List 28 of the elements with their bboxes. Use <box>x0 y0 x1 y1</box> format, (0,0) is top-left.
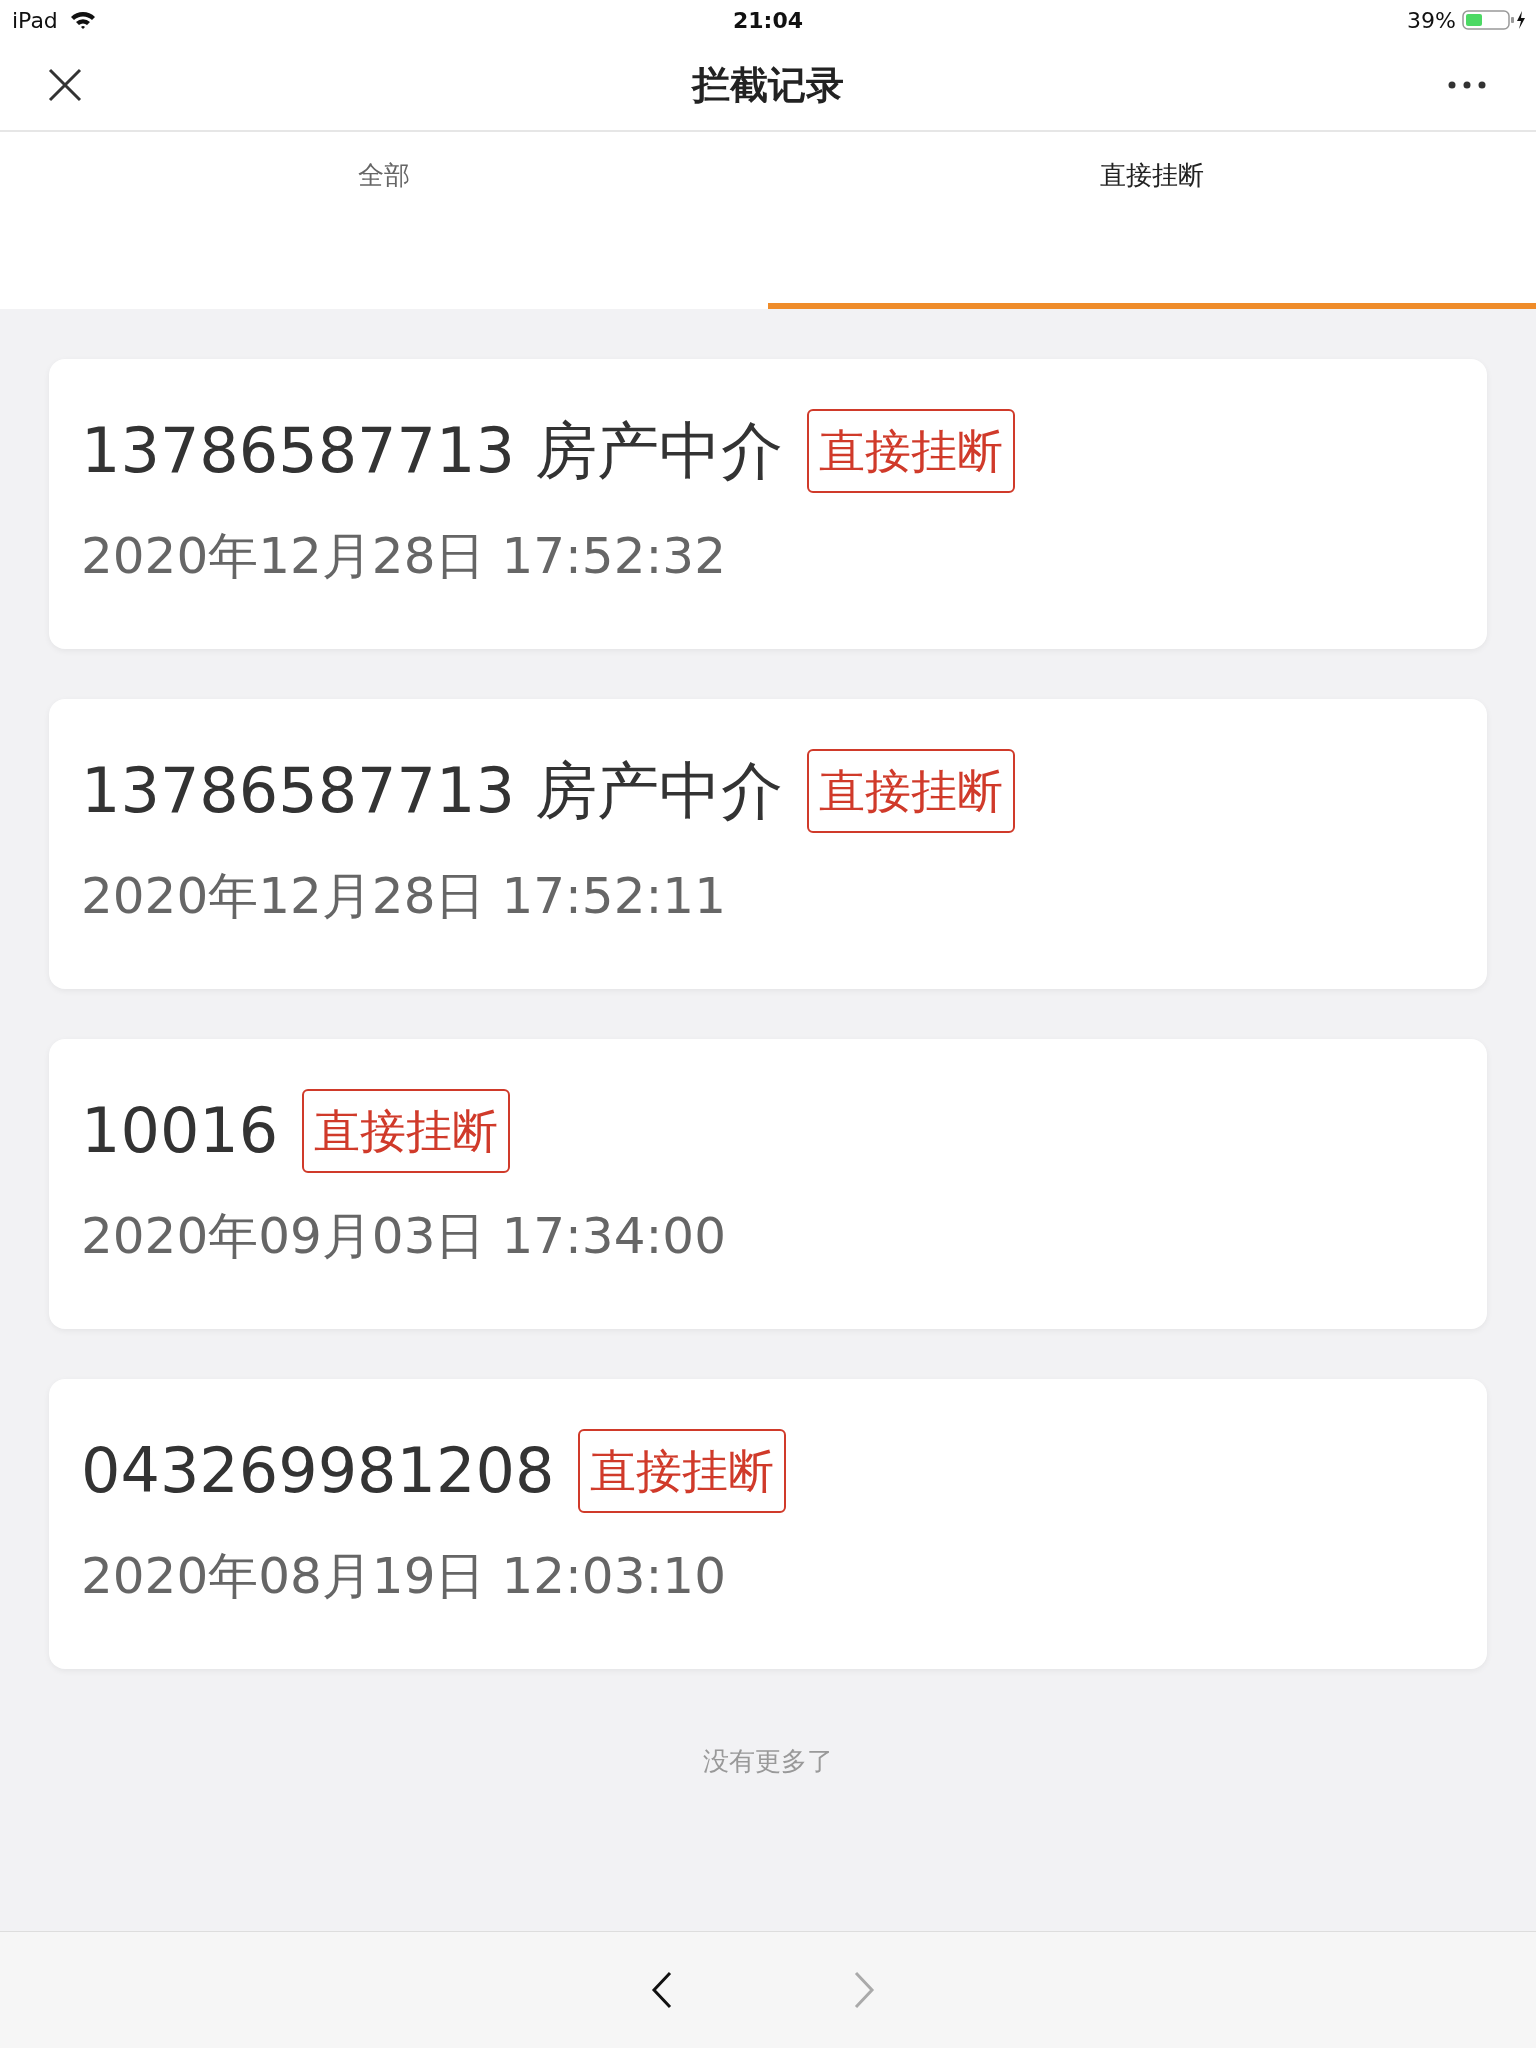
tab[interactable]: 直接挂断 <box>768 132 1536 309</box>
status-time: 21:04 <box>733 7 803 33</box>
battery-percent: 39% <box>1407 7 1456 33</box>
record-time: 2020年12月28日 17:52:11 <box>81 866 726 927</box>
battery-charging-icon <box>1462 9 1526 31</box>
back-icon[interactable] <box>651 1971 673 2009</box>
page-title: 拦截记录 <box>692 61 844 109</box>
hangup-tag: 直接挂断 <box>806 409 1015 493</box>
hangup-tag: 直接挂断 <box>302 1089 511 1173</box>
more-icon[interactable] <box>1448 81 1486 89</box>
hangup-tag: 直接挂断 <box>578 1429 787 1513</box>
record-card[interactable]: 13786587713 房产中介 直接挂断 2020年12月28日 17:52:32 <box>49 359 1487 649</box>
record-card[interactable]: 10016 直接挂断 2020年09月03日 17:34:00 <box>49 1039 1487 1329</box>
hangup-tag: 直接挂断 <box>806 749 1015 833</box>
record-card[interactable]: 043269981208 直接挂断 2020年08月19日 12:03:10 <box>49 1379 1487 1669</box>
close-icon[interactable] <box>48 68 82 102</box>
caller-text: 043269981208 <box>81 1433 555 1509</box>
tab[interactable]: 全部 <box>0 132 768 309</box>
record-card[interactable]: 13786587713 房产中介 直接挂断 2020年12月28日 17:52:11 <box>49 699 1487 989</box>
record-time: 2020年08月19日 12:03:10 <box>81 1546 726 1607</box>
wifi-icon <box>69 10 96 30</box>
end-note: 没有更多了 <box>703 1745 833 1778</box>
caller-text: 13786587713 房产中介 <box>81 753 783 829</box>
record-time: 2020年09月03日 17:34:00 <box>81 1206 726 1267</box>
caller-text: 13786587713 房产中介 <box>81 413 783 489</box>
caller-text: 10016 <box>81 1093 279 1169</box>
device-name: iPad <box>12 7 58 33</box>
record-time: 2020年12月28日 17:52:32 <box>81 526 726 587</box>
